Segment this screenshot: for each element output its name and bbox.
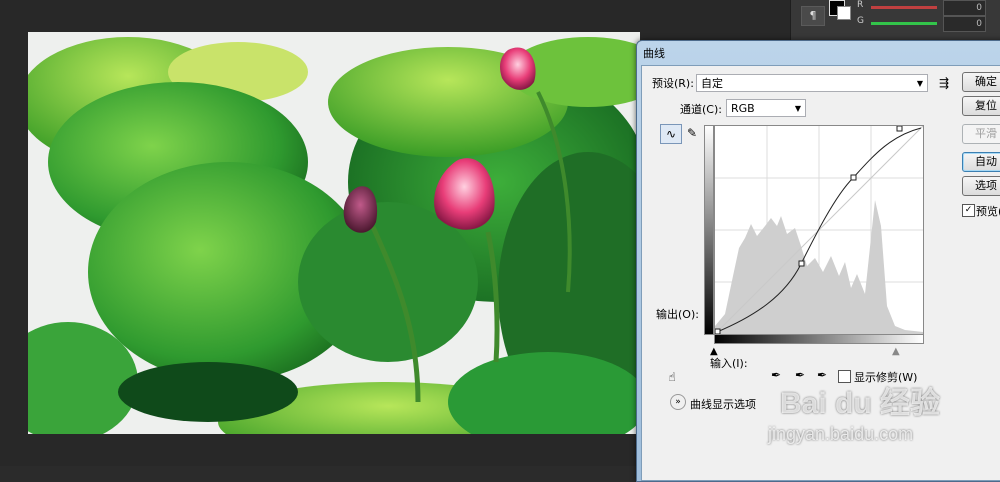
preset-options-icon[interactable]: ⇶ <box>934 74 954 92</box>
r-value[interactable]: 0 <box>943 0 986 16</box>
curve-graph-svg <box>714 125 924 335</box>
ok-button[interactable]: 确定 <box>962 72 1000 92</box>
output-ramp <box>704 125 714 335</box>
options-button[interactable]: 选项 <box>962 176 1000 196</box>
watermark-url: jingyan.baidu.com <box>768 424 914 444</box>
output-label: 输出(O): <box>656 308 699 321</box>
channel-select[interactable]: RGB ▼ <box>726 99 806 117</box>
g-value[interactable]: 0 <box>943 16 986 32</box>
curve-tool-icon[interactable]: ∿ <box>660 124 682 144</box>
chevron-down-icon: ▼ <box>794 104 801 113</box>
r-slider[interactable] <box>871 6 937 9</box>
dialog-title: 曲线 <box>643 47 665 60</box>
preview-label: 预览(P) <box>976 205 1000 218</box>
chevron-down-icon: ▼ <box>916 79 923 88</box>
baidu-watermark: Bai du 经验 <box>780 387 941 420</box>
preset-select[interactable]: 自定 ▼ <box>696 74 928 92</box>
preset-value: 自定 <box>701 77 723 90</box>
preset-label: 预设(R): <box>652 77 694 90</box>
paragraph-tool-icon[interactable]: ¶ <box>801 6 825 26</box>
channel-value: RGB <box>731 102 755 115</box>
input-ramp <box>714 334 924 344</box>
pencil-tool-icon[interactable]: ✎ <box>682 124 702 142</box>
on-image-adjust-icon[interactable]: ☝ <box>662 368 682 386</box>
g-slider[interactable] <box>871 22 937 25</box>
curve-graph[interactable] <box>714 125 924 335</box>
channel-g-label: G <box>857 16 864 26</box>
preview-checkbox[interactable]: ✓ <box>962 204 975 217</box>
channel-label: 通道(C): <box>680 103 722 116</box>
smooth-button[interactable]: 平滑 <box>962 124 1000 144</box>
expand-options-icon[interactable]: » <box>670 394 686 410</box>
color-panel: ¶ R 0 G 0 <box>790 0 1000 40</box>
white-point-slider-icon[interactable]: ▲ <box>892 346 900 357</box>
curve-options-label: 曲线显示选项 <box>690 398 756 411</box>
channel-r-label: R <box>857 0 864 10</box>
input-label: 输入(I): <box>710 357 748 370</box>
reset-button[interactable]: 复位 <box>962 96 1000 116</box>
lotus-photo <box>28 32 640 434</box>
auto-button[interactable]: 自动 <box>962 152 1000 172</box>
background-swatch[interactable] <box>837 6 851 20</box>
lotus-photo-image <box>28 32 640 434</box>
